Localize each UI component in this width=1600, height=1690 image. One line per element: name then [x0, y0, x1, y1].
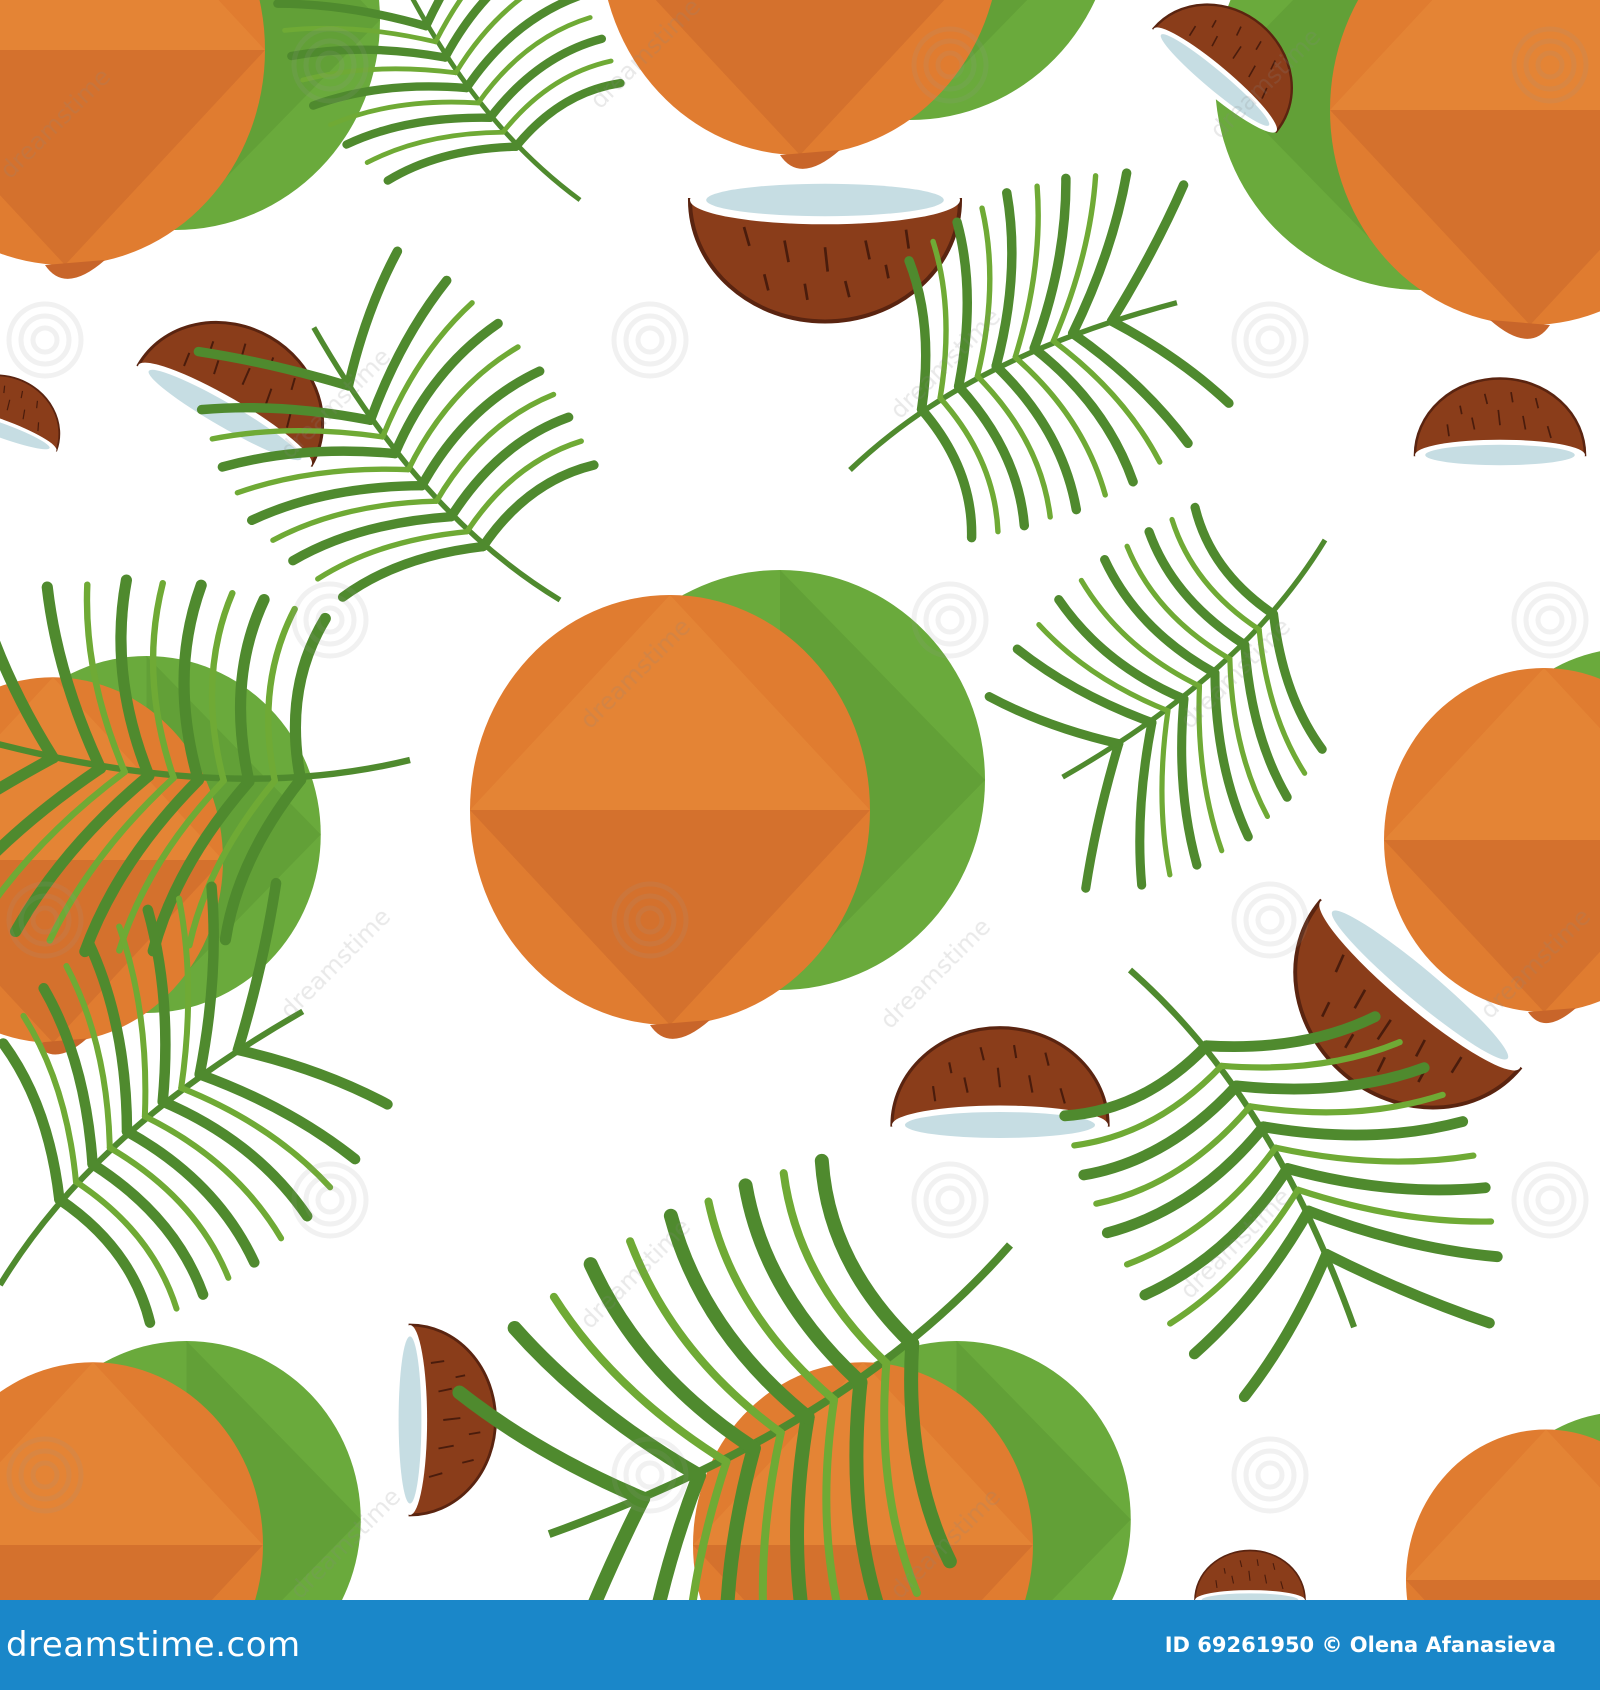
image-credit: ID 69261950 © Olena Afanasieva: [1164, 1633, 1556, 1657]
dreamstime-logo: dreamstime.com: [6, 1625, 301, 1665]
credit-bar: dreamstime.com ID 69261950 © Olena Afana…: [0, 1600, 1600, 1690]
coconut-pattern-illustration: dreamstime dreamstime dreamstime dreamst…: [0, 0, 1600, 1600]
stock-image: dreamstime dreamstime dreamstime dreamst…: [0, 0, 1600, 1690]
